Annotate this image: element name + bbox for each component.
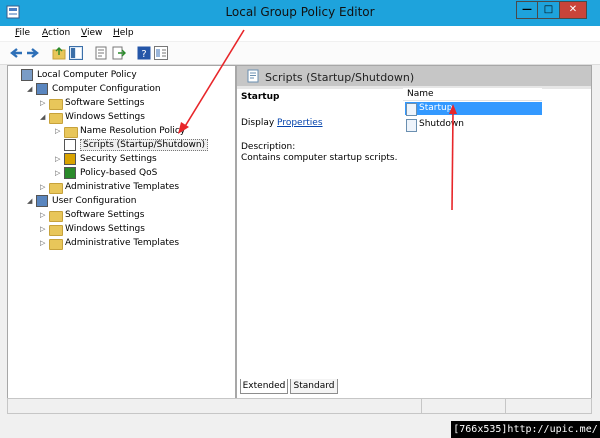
svg-text:?: ? [141, 49, 146, 60]
list-item-startup[interactable]: Startup [405, 102, 542, 116]
collapse-arrow-icon[interactable]: ◢ [27, 85, 32, 93]
tree-item[interactable]: ▷ Name Resolution Policy [8, 125, 233, 138]
column-name-label: Name [407, 89, 434, 99]
description-text: Contains computer startup scripts. [241, 153, 398, 163]
folder-icon [49, 99, 63, 110]
details-header: Scripts (Startup/Shutdown) [237, 66, 591, 86]
tree-item[interactable]: ▷ Policy-based QoS [8, 167, 233, 180]
tree-item[interactable]: Local Computer Policy [8, 69, 233, 82]
tree-item-label: Scripts (Startup/Shutdown) [80, 139, 209, 151]
tree-item[interactable]: Scripts (Startup/Shutdown) [8, 139, 233, 152]
menu-action[interactable]: Action [42, 28, 70, 38]
tree-item[interactable]: ▷ Administrative Templates [8, 181, 233, 194]
tree-item-label: Computer Configuration [52, 84, 161, 94]
tree-item-label: Software Settings [65, 210, 145, 220]
tree-item[interactable]: ▷ Software Settings [8, 97, 233, 110]
extended-view-icon[interactable] [154, 46, 168, 60]
maximize-button[interactable]: □ [537, 1, 560, 19]
collapse-arrow-icon[interactable]: ◢ [27, 197, 32, 205]
display-properties: Display Properties [241, 118, 323, 128]
tree-item-label: Software Settings [65, 98, 145, 108]
list-item-shutdown[interactable]: Shutdown [405, 118, 542, 132]
script-file-icon [406, 103, 417, 116]
computer-icon [36, 83, 48, 95]
details-header-title: Scripts (Startup/Shutdown) [265, 71, 415, 84]
collapse-arrow-icon[interactable]: ◢ [40, 113, 45, 121]
window-title: Local Group Policy Editor [225, 5, 375, 19]
tree-item[interactable]: ◢ User Configuration [8, 195, 233, 208]
expand-arrow-icon[interactable]: ▷ [55, 127, 60, 135]
show-hide-tree-icon[interactable] [69, 46, 83, 60]
close-button[interactable]: ✕ [559, 1, 587, 19]
tree-item[interactable]: ▷ Windows Settings [8, 223, 233, 236]
expand-arrow-icon[interactable]: ▷ [40, 225, 45, 233]
tab-standard[interactable]: Standard [290, 379, 338, 394]
up-folder-icon[interactable] [52, 46, 66, 60]
folder-icon [49, 183, 63, 194]
folder-icon [49, 239, 63, 250]
properties-icon[interactable] [94, 46, 108, 60]
tree-item-label: Administrative Templates [65, 238, 180, 248]
tree-item-label: Name Resolution Policy [80, 126, 186, 136]
user-icon [36, 195, 48, 207]
expand-arrow-icon[interactable]: ▷ [55, 169, 60, 177]
menu-bar: File Action View Help [0, 26, 600, 41]
toolbar: ? [0, 42, 600, 65]
menu-file[interactable]: File [15, 28, 30, 38]
expand-arrow-icon[interactable]: ▷ [40, 99, 45, 107]
display-prefix: Display [241, 118, 278, 128]
expand-arrow-icon[interactable]: ▷ [40, 239, 45, 247]
tree-item-label: Security Settings [80, 154, 157, 164]
computer-policy-icon [21, 69, 33, 81]
expand-arrow-icon[interactable]: ▷ [55, 155, 60, 163]
expand-arrow-icon[interactable]: ▷ [40, 211, 45, 219]
status-bar [7, 398, 592, 414]
status-separator [421, 399, 422, 413]
column-header-name[interactable]: Name [403, 88, 542, 101]
tab-extended[interactable]: Extended [240, 379, 288, 394]
tree-item-label: Local Computer Policy [37, 70, 137, 80]
folder-icon [64, 127, 78, 138]
tree-item-label: User Configuration [52, 196, 137, 206]
menu-view[interactable]: View [81, 28, 102, 38]
editor-window: Local Group Policy Editor — □ ✕ File Act… [0, 0, 600, 438]
scripts-icon [247, 69, 259, 83]
minimize-button[interactable]: — [516, 1, 538, 19]
list-item-label: Shutdown [419, 119, 464, 129]
forward-icon[interactable] [26, 46, 40, 60]
scripts-icon [64, 139, 76, 151]
title-bar[interactable]: Local Group Policy Editor — □ ✕ [0, 0, 600, 26]
tree-item[interactable]: ▷ Administrative Templates [8, 237, 233, 250]
qos-chart-icon [64, 167, 76, 179]
security-icon [64, 153, 76, 165]
watermark-label: [766x535]http://upic.me/ [451, 421, 600, 438]
tree-item-label: Windows Settings [65, 112, 145, 122]
item-title: Startup [241, 92, 280, 102]
description-label: Description: [241, 142, 296, 152]
tree-item[interactable]: ◢ Computer Configuration [8, 83, 233, 96]
menu-help[interactable]: Help [113, 28, 134, 38]
tree-item[interactable]: ▷ Security Settings [8, 153, 233, 166]
export-list-icon[interactable] [112, 46, 126, 60]
tree-item[interactable]: ▷ Software Settings [8, 209, 233, 222]
expand-arrow-icon[interactable]: ▷ [40, 183, 45, 191]
folder-icon [49, 225, 63, 236]
tree-item[interactable]: ◢ Windows Settings [8, 111, 233, 124]
back-icon[interactable] [9, 46, 23, 60]
folder-icon [49, 113, 63, 124]
help-icon[interactable]: ? [137, 46, 151, 60]
tree-item-label: Policy-based QoS [80, 168, 158, 178]
tree-item-label: Administrative Templates [65, 182, 180, 192]
status-separator [505, 399, 506, 413]
tree-item-label: Windows Settings [65, 224, 145, 234]
list-item-label: Startup [419, 103, 453, 113]
details-pane: Scripts (Startup/Shutdown) Startup Displ… [236, 65, 592, 399]
script-file-icon [406, 119, 417, 132]
console-tree[interactable]: Local Computer Policy ◢ Computer Configura… [7, 65, 236, 399]
properties-link[interactable]: Properties [277, 118, 322, 128]
folder-icon [49, 211, 63, 222]
